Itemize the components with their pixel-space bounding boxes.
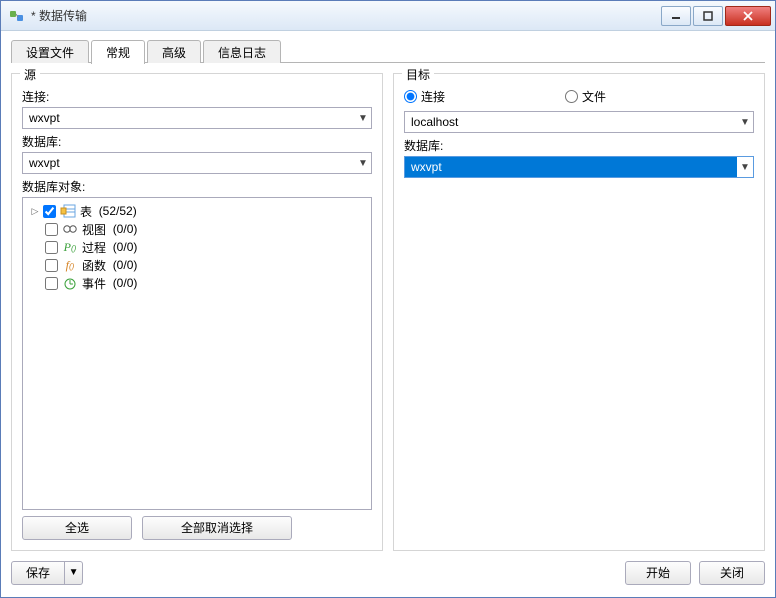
target-mode-radios: 连接 文件 xyxy=(404,88,754,105)
expand-icon[interactable]: ▷ xyxy=(29,206,41,217)
maximize-button[interactable] xyxy=(693,6,723,26)
tab-panel-general: 源 连接: ▼ 数据库: ▼ 数据库对象: xyxy=(11,63,765,551)
funcs-label: 函数 xyxy=(82,257,106,274)
tree-item-procs[interactable]: P() 过程 (0/0) xyxy=(25,238,369,256)
table-icon xyxy=(60,203,76,219)
chevron-down-icon: ▼ xyxy=(737,117,753,128)
app-icon xyxy=(9,8,25,24)
target-connection-input[interactable] xyxy=(405,112,737,132)
func-icon: f() xyxy=(62,257,78,273)
events-count: (0/0) xyxy=(113,276,138,290)
source-database-label: 数据库: xyxy=(22,133,372,150)
footer: 保存 ▼ 开始 关闭 xyxy=(11,551,765,587)
tables-label: 表 xyxy=(80,203,92,220)
source-legend: 源 xyxy=(20,66,40,83)
source-objects-label: 数据库对象: xyxy=(22,178,372,195)
radio-file-input[interactable] xyxy=(565,90,578,103)
source-buttons: 全选 全部取消选择 xyxy=(22,516,372,540)
procs-count: (0/0) xyxy=(113,240,138,254)
tables-checkbox[interactable] xyxy=(43,205,56,218)
tab-log[interactable]: 信息日志 xyxy=(203,40,281,63)
source-database-input[interactable] xyxy=(23,153,355,173)
window-title: * 数据传输 xyxy=(31,7,659,24)
source-group: 源 连接: ▼ 数据库: ▼ 数据库对象: xyxy=(11,73,383,551)
radio-connection-input[interactable] xyxy=(404,90,417,103)
tab-bar: 设置文件 常规 高级 信息日志 xyxy=(11,39,765,63)
source-connection-combo[interactable]: ▼ xyxy=(22,107,372,129)
source-connection-label: 连接: xyxy=(22,88,372,105)
tables-count: (52/52) xyxy=(99,204,137,218)
funcs-checkbox[interactable] xyxy=(45,259,58,272)
chevron-down-icon: ▼ xyxy=(737,162,753,173)
save-button[interactable]: 保存 xyxy=(11,561,65,585)
tab-settings-file[interactable]: 设置文件 xyxy=(11,40,89,63)
radio-file[interactable]: 文件 xyxy=(565,88,606,105)
view-icon xyxy=(62,221,78,237)
window: * 数据传输 设置文件 常规 高级 信息日志 源 连接: ▼ xyxy=(0,0,776,598)
funcs-count: (0/0) xyxy=(113,258,138,272)
tree-item-events[interactable]: 事件 (0/0) xyxy=(25,274,369,292)
close-button[interactable] xyxy=(725,6,771,26)
views-label: 视图 xyxy=(82,221,106,238)
client-area: 设置文件 常规 高级 信息日志 源 连接: ▼ 数据库: xyxy=(1,31,775,597)
tab-advanced[interactable]: 高级 xyxy=(147,40,201,63)
target-database-label: 数据库: xyxy=(404,137,754,154)
views-count: (0/0) xyxy=(113,222,138,236)
save-split-button[interactable]: 保存 ▼ xyxy=(11,561,83,585)
target-legend: 目标 xyxy=(402,66,434,83)
procs-label: 过程 xyxy=(82,239,106,256)
chevron-down-icon: ▼ xyxy=(355,113,371,124)
radio-connection[interactable]: 连接 xyxy=(404,88,445,105)
deselect-all-button[interactable]: 全部取消选择 xyxy=(142,516,292,540)
titlebar[interactable]: * 数据传输 xyxy=(1,1,775,31)
target-database-input[interactable] xyxy=(405,157,737,177)
target-group: 目标 连接 文件 ▼ 数据库: ▼ xyxy=(393,73,765,551)
events-label: 事件 xyxy=(82,275,106,292)
procs-checkbox[interactable] xyxy=(45,241,58,254)
tree-item-views[interactable]: 视图 (0/0) xyxy=(25,220,369,238)
views-checkbox[interactable] xyxy=(45,223,58,236)
chevron-down-icon: ▼ xyxy=(355,158,371,169)
save-dropdown-button[interactable]: ▼ xyxy=(65,561,83,585)
source-connection-input[interactable] xyxy=(23,108,355,128)
events-checkbox[interactable] xyxy=(45,277,58,290)
target-database-combo[interactable]: ▼ xyxy=(404,156,754,178)
tree-item-tables[interactable]: ▷ 表 (52/52) xyxy=(25,202,369,220)
target-connection-combo[interactable]: ▼ xyxy=(404,111,754,133)
source-database-combo[interactable]: ▼ xyxy=(22,152,372,174)
start-button[interactable]: 开始 xyxy=(625,561,691,585)
minimize-button[interactable] xyxy=(661,6,691,26)
tree-item-funcs[interactable]: f() 函数 (0/0) xyxy=(25,256,369,274)
close-dialog-button[interactable]: 关闭 xyxy=(699,561,765,585)
proc-icon: P() xyxy=(62,239,78,255)
select-all-button[interactable]: 全选 xyxy=(22,516,132,540)
tab-general[interactable]: 常规 xyxy=(91,40,145,64)
event-icon xyxy=(62,275,78,291)
objects-tree[interactable]: ▷ 表 (52/52) 视图 (0/0) P() xyxy=(22,197,372,510)
window-controls xyxy=(659,6,771,26)
